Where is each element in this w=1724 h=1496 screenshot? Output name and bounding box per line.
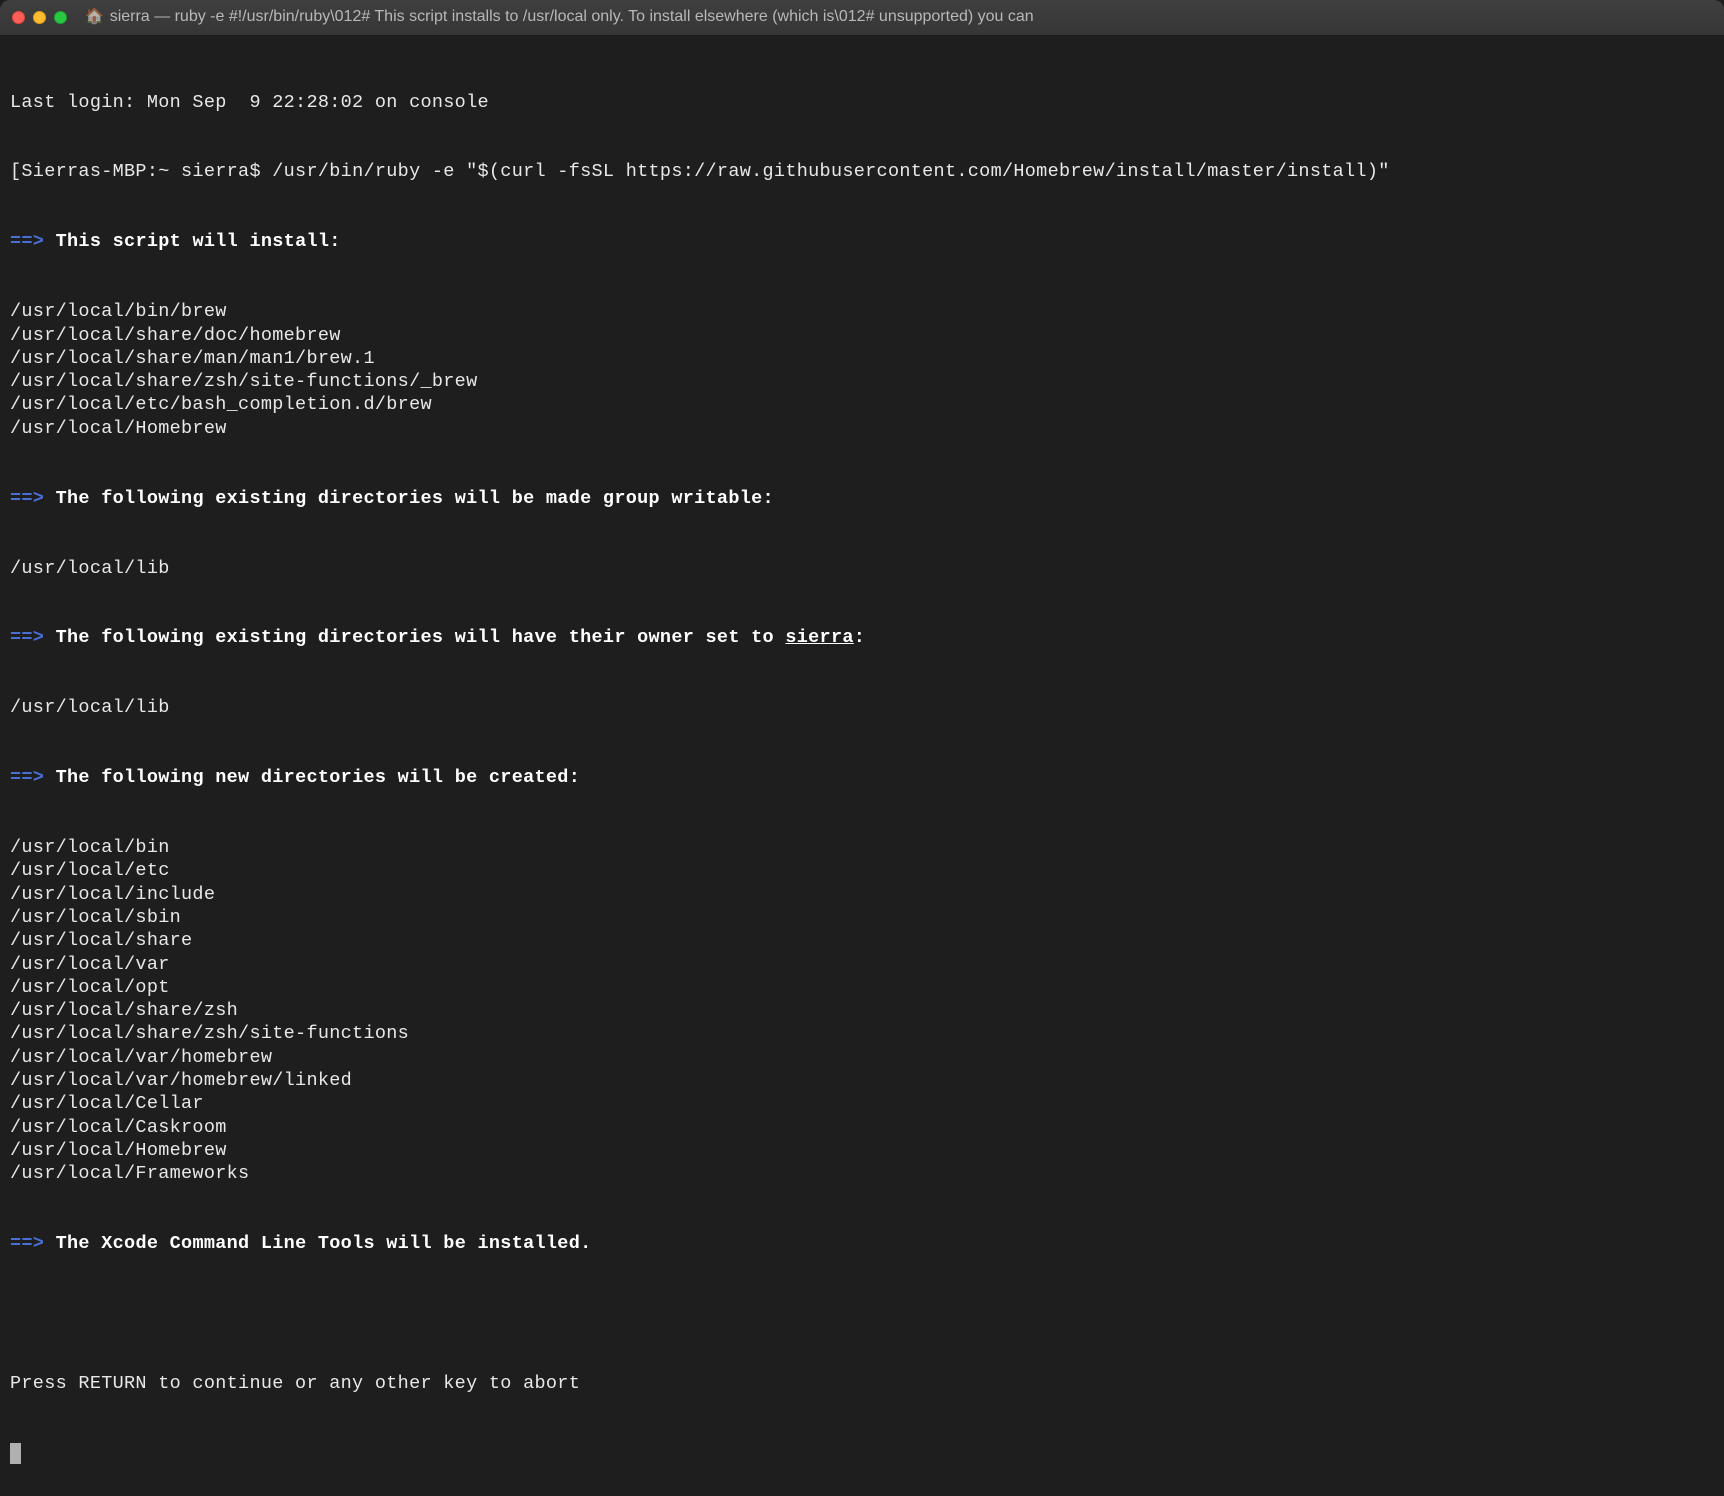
- path-line: /usr/local/include: [10, 883, 1714, 906]
- arrow-icon: ==>: [10, 767, 44, 788]
- path-line: /usr/local/var/homebrew: [10, 1046, 1714, 1069]
- prompt-host: Sierras-MBP:~ sierra$: [21, 161, 272, 182]
- prompt-line: [Sierras-MBP:~ sierra$ /usr/bin/ruby -e …: [10, 160, 1714, 183]
- owner-user: sierra: [785, 627, 853, 648]
- path-line: /usr/local/share/zsh: [10, 999, 1714, 1022]
- header-new-text: The following new directories will be cr…: [56, 767, 580, 788]
- path-line: /usr/local/share/man/man1/brew.1: [10, 347, 1714, 370]
- press-return-line: Press RETURN to continue or any other ke…: [10, 1372, 1714, 1395]
- path-line: /usr/local/var: [10, 953, 1714, 976]
- path-line: /usr/local/share/zsh/site-functions/_bre…: [10, 370, 1714, 393]
- header-owner-prefix: The following existing directories will …: [56, 627, 786, 648]
- path-line: /usr/local/bin/brew: [10, 300, 1714, 323]
- window-titlebar: 🏠 sierra — ruby -e #!/usr/bin/ruby\012# …: [0, 0, 1724, 36]
- header-writable: ==> The following existing directories w…: [10, 487, 1714, 510]
- command-text: /usr/bin/ruby -e "$(curl -fsSL https://r…: [272, 161, 1389, 182]
- header-new: ==> The following new directories will b…: [10, 766, 1714, 789]
- cursor-block: [10, 1443, 21, 1464]
- prompt-bracket: [: [10, 161, 21, 182]
- path-line: /usr/local/Frameworks: [10, 1162, 1714, 1185]
- window-title: 🏠 sierra — ruby -e #!/usr/bin/ruby\012# …: [85, 7, 1034, 27]
- header-owner-suffix: :: [854, 627, 865, 648]
- arrow-icon: ==>: [10, 488, 44, 509]
- blank-line: [10, 1302, 1714, 1325]
- header-xcode: ==> The Xcode Command Line Tools will be…: [10, 1232, 1714, 1255]
- writable-paths-list: /usr/local/lib: [10, 557, 1714, 580]
- header-xcode-text: The Xcode Command Line Tools will be ins…: [56, 1233, 592, 1254]
- header-writable-text: The following existing directories will …: [56, 488, 774, 509]
- path-line: /usr/local/lib: [10, 557, 1714, 580]
- path-line: /usr/local/share: [10, 929, 1714, 952]
- maximize-window-button[interactable]: [54, 11, 67, 24]
- path-line: /usr/local/share/doc/homebrew: [10, 324, 1714, 347]
- minimize-window-button[interactable]: [33, 11, 46, 24]
- header-install-text: This script will install:: [56, 231, 341, 252]
- cursor-line: [10, 1442, 1714, 1465]
- path-line: /usr/local/bin: [10, 836, 1714, 859]
- arrow-icon: ==>: [10, 1233, 44, 1254]
- path-line: /usr/local/Cellar: [10, 1092, 1714, 1115]
- header-owner: ==> The following existing directories w…: [10, 626, 1714, 649]
- path-line: /usr/local/Caskroom: [10, 1116, 1714, 1139]
- arrow-icon: ==>: [10, 231, 44, 252]
- window-title-text: sierra — ruby -e #!/usr/bin/ruby\012# Th…: [110, 7, 1034, 27]
- path-line: /usr/local/Homebrew: [10, 417, 1714, 440]
- terminal-viewport[interactable]: Last login: Mon Sep 9 22:28:02 on consol…: [0, 36, 1724, 1496]
- last-login-line: Last login: Mon Sep 9 22:28:02 on consol…: [10, 91, 1714, 114]
- path-line: /usr/local/sbin: [10, 906, 1714, 929]
- path-line: /usr/local/var/homebrew/linked: [10, 1069, 1714, 1092]
- traffic-lights: [12, 11, 67, 24]
- home-icon: 🏠: [85, 8, 104, 27]
- path-line: /usr/local/opt: [10, 976, 1714, 999]
- owner-paths-list: /usr/local/lib: [10, 696, 1714, 719]
- path-line: /usr/local/etc/bash_completion.d/brew: [10, 393, 1714, 416]
- header-install: ==> This script will install:: [10, 230, 1714, 253]
- install-paths-list: /usr/local/bin/brew/usr/local/share/doc/…: [10, 300, 1714, 440]
- path-line: /usr/local/Homebrew: [10, 1139, 1714, 1162]
- path-line: /usr/local/lib: [10, 696, 1714, 719]
- close-window-button[interactable]: [12, 11, 25, 24]
- arrow-icon: ==>: [10, 627, 44, 648]
- path-line: /usr/local/etc: [10, 859, 1714, 882]
- new-paths-list: /usr/local/bin/usr/local/etc/usr/local/i…: [10, 836, 1714, 1185]
- path-line: /usr/local/share/zsh/site-functions: [10, 1022, 1714, 1045]
